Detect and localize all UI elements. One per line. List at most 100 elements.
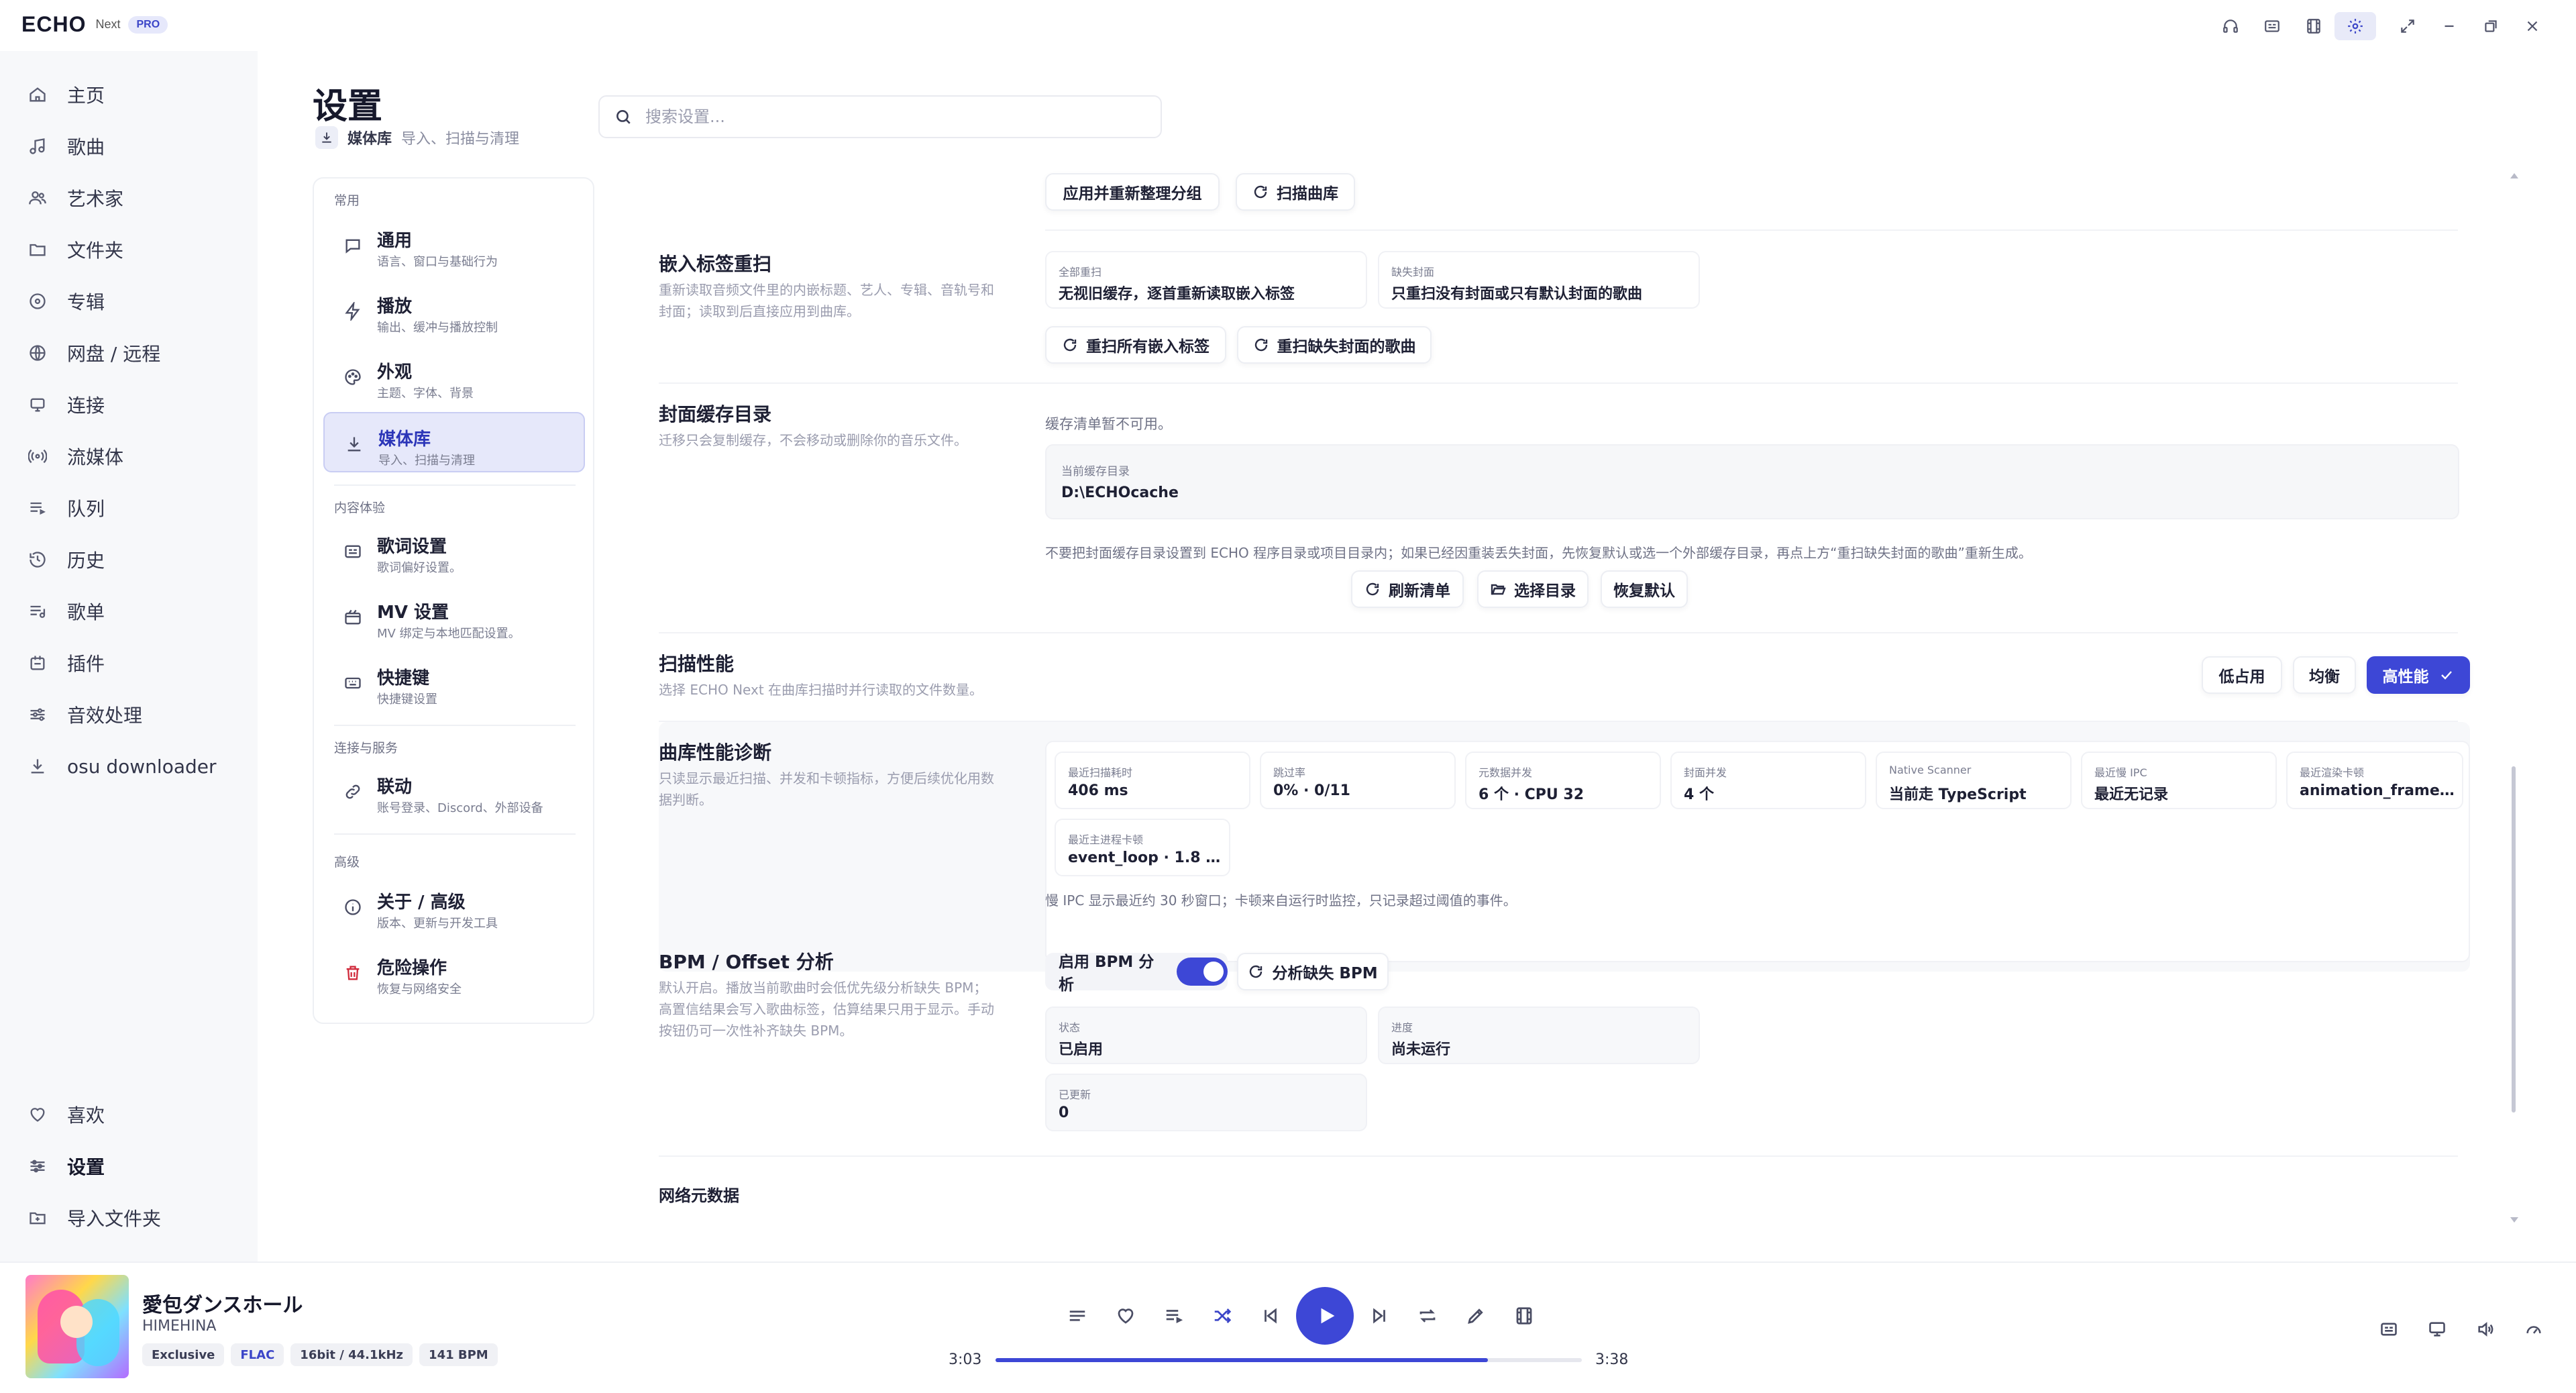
sidebar-item-streaming[interactable]: 流媒体 — [0, 435, 258, 477]
eq-button[interactable] — [1053, 1292, 1102, 1340]
category-library[interactable]: 媒体库 导入、扫描与清理 — [323, 412, 585, 472]
info-card-missing-cover: 缺失封面 只重扫没有封面或只有默认封面的歌曲 — [1378, 251, 1700, 309]
cache-warning-note: 不要把封面缓存目录设置到 ECHO 程序目录或项目目录内；如果已经因重装丢失封面… — [1045, 545, 2032, 561]
category-appearance[interactable]: 外观 主题、字体、背景 — [323, 346, 585, 407]
refresh-icon — [1254, 185, 1267, 199]
metric-value: animation_frame · 951 ms — [2300, 782, 2458, 799]
bpm-toggle-row[interactable]: 启用 BPM 分析 — [1045, 953, 1228, 994]
search-box[interactable] — [598, 95, 1162, 138]
category-desc: 快捷键设置 — [377, 692, 437, 707]
sidebar-item-queue[interactable]: 队列 — [0, 487, 258, 529]
category-about[interactable]: 关于 / 高级 版本、更新与开发工具 — [323, 876, 585, 937]
broadcast-icon — [28, 449, 47, 464]
artists-icon — [29, 191, 46, 205]
sidebar-item-import-folder[interactable]: 导入文件夹 — [0, 1197, 258, 1239]
settings-button[interactable] — [2334, 12, 2376, 40]
cache-status-note: 缓存清单暂不可用。 — [1045, 416, 1172, 432]
sidebar-item-plugins[interactable]: 插件 — [0, 642, 258, 684]
rescan-missing-covers-button[interactable]: 重扫缺失封面的歌曲 — [1237, 326, 1432, 364]
shuffle-button[interactable] — [1198, 1292, 1246, 1340]
mv-button[interactable] — [2293, 12, 2334, 40]
scan-library-button[interactable]: 扫描曲库 — [1236, 173, 1355, 211]
sidebar-item-label: 喜欢 — [67, 1104, 105, 1127]
search-input[interactable] — [645, 107, 1155, 126]
previous-button[interactable] — [1246, 1292, 1295, 1340]
sidebar-item-folders[interactable]: 文件夹 — [0, 229, 258, 270]
perf-low-button[interactable]: 低占用 — [2202, 656, 2282, 694]
sidebar-item-audio-effects[interactable]: 音效处理 — [0, 694, 258, 735]
breadcrumb-desc: 导入、扫描与清理 — [401, 131, 520, 148]
sidebar-item-settings[interactable]: 设置 — [0, 1145, 258, 1187]
edit-icon — [1468, 1308, 1483, 1324]
metric-value: 当前走 TypeScript — [1889, 786, 2027, 803]
perf-balanced-button[interactable]: 均衡 — [2293, 656, 2356, 694]
scroll-up-arrow[interactable] — [2510, 173, 2518, 178]
progress-bar[interactable] — [996, 1358, 1582, 1362]
restore-icon — [2485, 20, 2497, 32]
category-group-label: 常用 — [334, 193, 360, 208]
track-artist[interactable]: HIMEHINA — [142, 1318, 216, 1335]
search-icon — [616, 110, 631, 124]
sidebar-item-playlists[interactable]: 歌单 — [0, 590, 258, 632]
sidebar-item-home[interactable]: 主页 — [0, 74, 258, 115]
restore-default-button[interactable]: 恢复默认 — [1601, 570, 1688, 608]
queue-button[interactable] — [1150, 1292, 1198, 1340]
caption-button[interactable] — [2251, 12, 2293, 40]
button-label: 刷新清单 — [1389, 582, 1450, 600]
rescan-all-tags-button[interactable]: 重扫所有嵌入标签 — [1045, 326, 1226, 364]
edit-button[interactable] — [1452, 1292, 1500, 1340]
sidebar-item-cloud[interactable]: 网盘 / 远程 — [0, 332, 258, 374]
play-button[interactable] — [1296, 1287, 1354, 1345]
bpm-toggle-switch[interactable] — [1176, 958, 1228, 986]
perf-high-button[interactable]: 高性能 — [2367, 656, 2470, 694]
queue-icon — [30, 502, 46, 515]
sidebar-item-osu-downloader[interactable]: osu downloader — [0, 745, 258, 787]
scrollbar-thumb[interactable] — [2512, 766, 2516, 1113]
choose-directory-button[interactable]: 选择目录 — [1477, 570, 1589, 608]
like-button[interactable] — [1102, 1292, 1150, 1340]
sidebar-item-artists[interactable]: 艺术家 — [0, 177, 258, 219]
headphones-button[interactable] — [2210, 12, 2251, 40]
lyrics-button[interactable] — [2372, 1312, 2406, 1346]
sidebar-item-connect[interactable]: 连接 — [0, 384, 258, 425]
album-cover[interactable] — [25, 1275, 129, 1378]
sidebar-item-albums[interactable]: 专辑 — [0, 280, 258, 322]
sidebar-item-label: 音效处理 — [67, 705, 143, 727]
next-button[interactable] — [1355, 1292, 1403, 1340]
category-shortcuts[interactable]: 快捷键 快捷键设置 — [323, 652, 585, 713]
speed-button[interactable] — [2517, 1312, 2551, 1346]
repeat-icon — [1419, 1309, 1436, 1323]
category-mv[interactable]: MV 设置 MV 绑定与本地匹配设置。 — [323, 586, 585, 647]
output-device-button[interactable] — [2420, 1312, 2454, 1346]
category-integration[interactable]: 联动 账号登录、Discord、外部设备 — [323, 761, 585, 821]
close-button[interactable] — [2512, 12, 2553, 40]
analyze-missing-bpm-button[interactable]: 分析缺失 BPM — [1237, 953, 1389, 990]
repeat-button[interactable] — [1403, 1292, 1452, 1340]
card-value: 0 — [1059, 1104, 1069, 1121]
download-icon — [31, 759, 44, 774]
apply-regroup-button[interactable]: 应用并重新整理分组 — [1045, 173, 1220, 211]
category-title: 外观 — [377, 362, 413, 382]
category-danger[interactable]: 危险操作 恢复与网络安全 — [323, 942, 585, 1002]
track-title[interactable]: 愛包ダンスホール — [142, 1288, 303, 1318]
volume-button[interactable] — [2469, 1312, 2502, 1346]
refresh-list-button[interactable]: 刷新清单 — [1351, 570, 1464, 608]
next-icon — [1373, 1308, 1385, 1324]
minimize-button[interactable] — [2428, 12, 2470, 40]
sidebar-item-history[interactable]: 历史 — [0, 539, 258, 580]
scroll-down-arrow[interactable] — [2510, 1217, 2518, 1223]
category-title: MV 设置 — [377, 603, 449, 623]
sidebar-item-label: 艺术家 — [67, 188, 124, 210]
category-general[interactable]: 通用 语言、窗口与基础行为 — [323, 215, 585, 275]
category-playback[interactable]: 播放 输出、缓冲与播放控制 — [323, 280, 585, 341]
mv-button[interactable] — [1500, 1292, 1548, 1340]
sidebar-item-label: 设置 — [67, 1156, 105, 1178]
restore-button[interactable] — [2470, 12, 2512, 40]
sidebar-item-label: 主页 — [67, 85, 105, 107]
fullscreen-button[interactable] — [2387, 12, 2428, 40]
music-note-icon — [30, 138, 45, 154]
category-lyrics[interactable]: 歌词设置 歌词偏好设置。 — [323, 521, 585, 581]
sidebar-item-favorites[interactable]: 喜欢 — [0, 1094, 258, 1135]
button-label: 选择目录 — [1514, 582, 1576, 600]
sidebar-item-songs[interactable]: 歌曲 — [0, 125, 258, 167]
